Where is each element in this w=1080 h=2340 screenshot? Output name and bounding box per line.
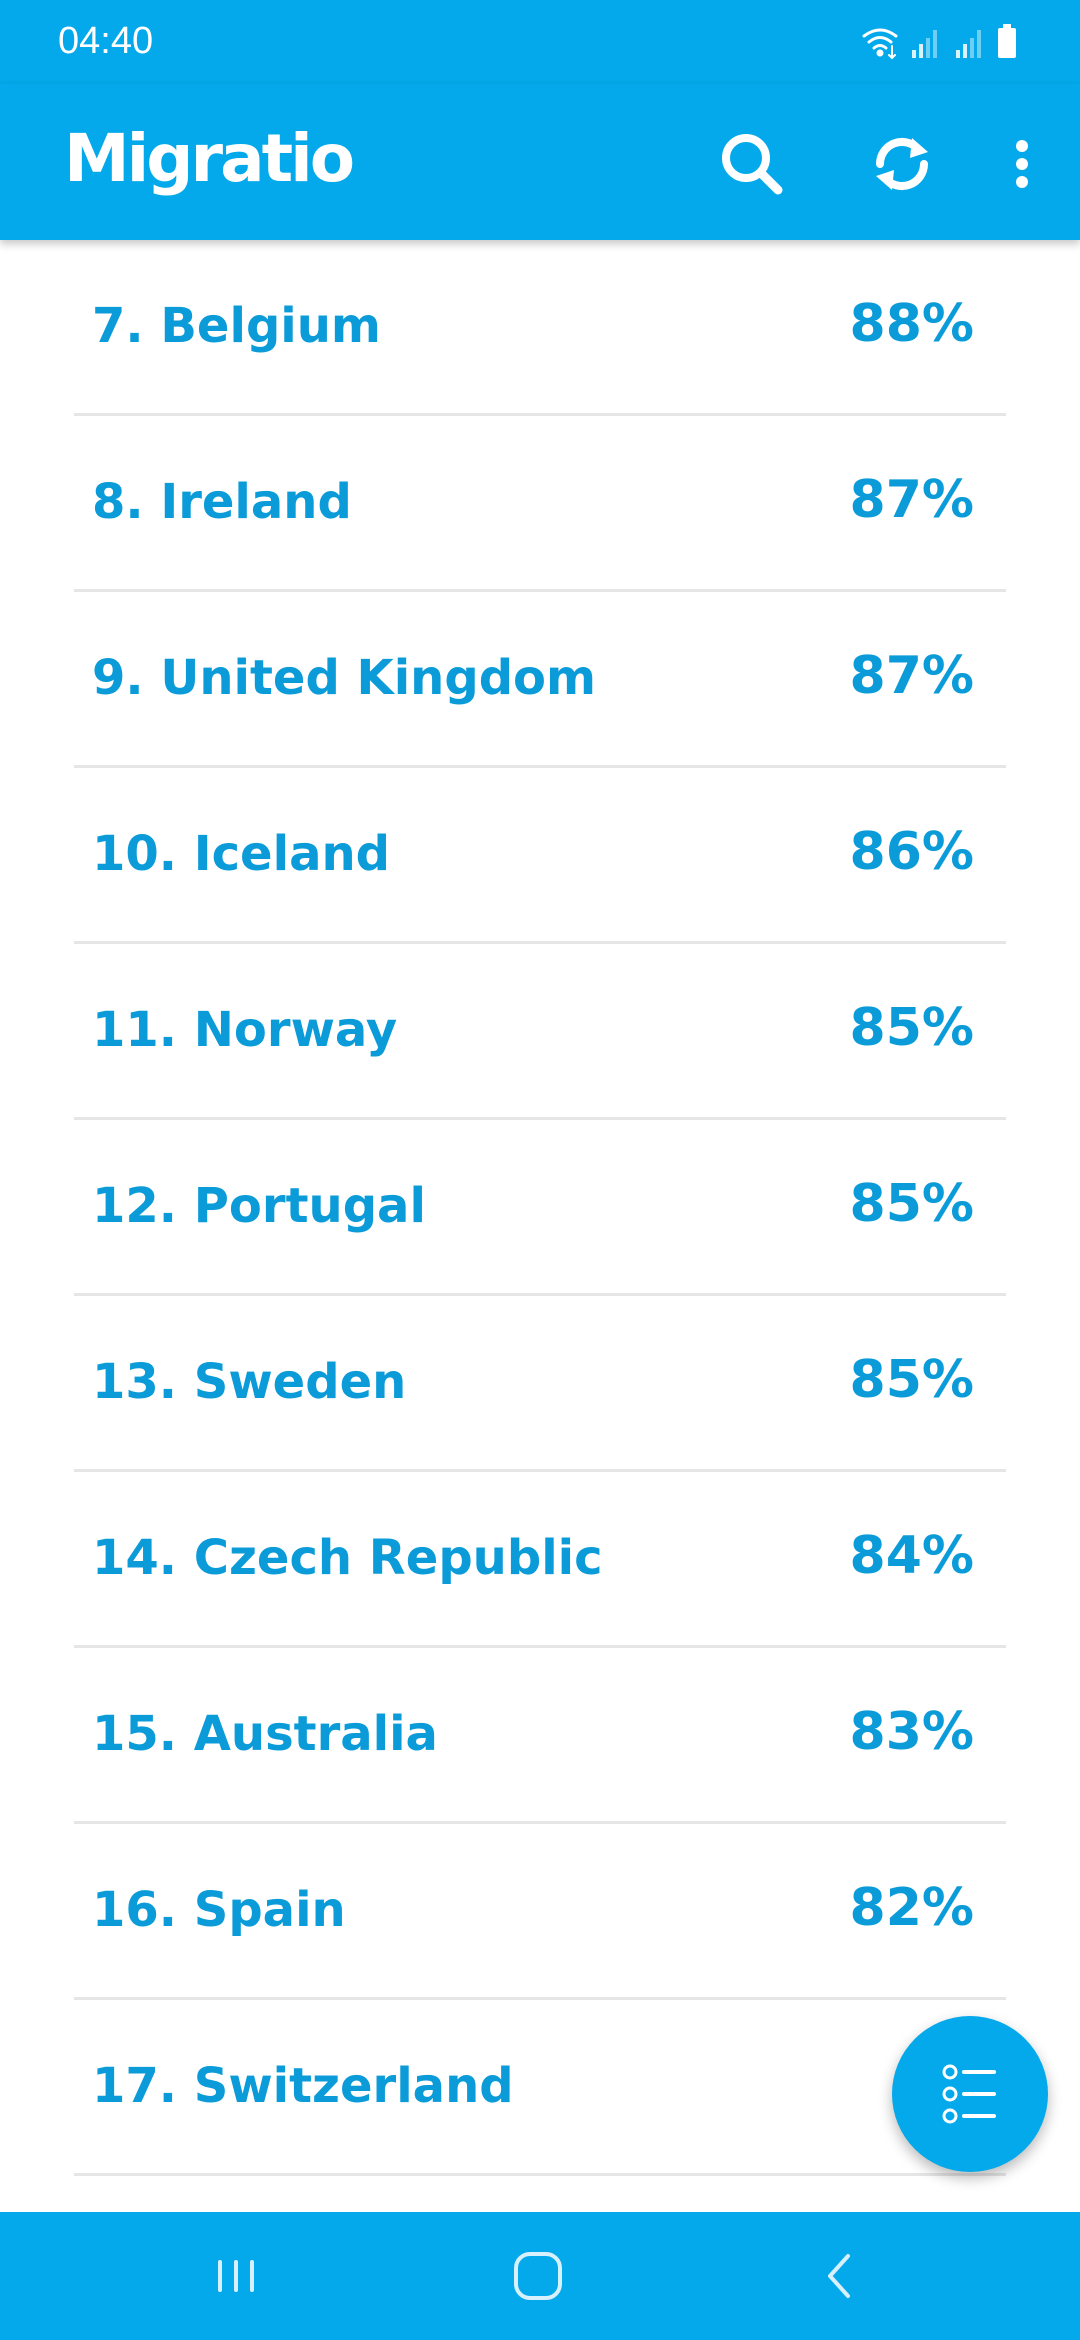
list-item[interactable]: 9. United Kingdom 87% [74, 592, 1006, 768]
refresh-icon [875, 137, 929, 191]
country-percent: 87% [849, 646, 974, 706]
status-bar: 04:40 [0, 0, 1080, 84]
status-time: 04:40 [58, 20, 154, 62]
app-bar: Migratio [0, 84, 1080, 240]
list-fab-button[interactable] [892, 2016, 1048, 2172]
wifi-icon [862, 28, 898, 60]
refresh-button[interactable] [862, 124, 942, 204]
country-percent: 85% [849, 1350, 974, 1410]
country-name: 11. Norway [92, 1002, 398, 1058]
country-name: 17. Switzerland [92, 2058, 514, 2114]
country-percent: 85% [849, 998, 974, 1058]
battery-icon [998, 24, 1016, 58]
signal-icon [956, 30, 981, 58]
list-item[interactable]: 10. Iceland 86% [74, 768, 1006, 944]
back-icon [828, 2254, 850, 2298]
home-icon [514, 2252, 562, 2300]
status-icons [862, 24, 1016, 60]
list-icon [942, 2064, 996, 2124]
country-percent: 82% [849, 1878, 974, 1938]
country-percent: 87% [849, 470, 974, 530]
list-item[interactable]: 15. Australia 83% [74, 1648, 1006, 1824]
country-name: 15. Australia [92, 1706, 438, 1762]
country-name: 9. United Kingdom [92, 650, 597, 706]
more-options-button[interactable] [982, 124, 1042, 204]
app-title: Migratio [64, 120, 355, 197]
back-button[interactable] [800, 2246, 880, 2306]
country-name: 7. Belgium [92, 298, 381, 354]
recents-button[interactable] [196, 2246, 276, 2306]
list-item[interactable]: 14. Czech Republic 84% [74, 1472, 1006, 1648]
list-item[interactable]: 8. Ireland 87% [74, 416, 1006, 592]
more-vert-icon [1016, 140, 1028, 188]
country-percent: 86% [849, 822, 974, 882]
home-button[interactable] [498, 2246, 578, 2306]
list-item[interactable]: 11. Norway 85% [74, 944, 1006, 1120]
signal-icon [912, 30, 937, 58]
list-item[interactable]: 16. Spain 82% [74, 1824, 1006, 2000]
list-item[interactable]: 7. Belgium 88% [74, 240, 1006, 416]
country-percent: 85% [849, 1174, 974, 1234]
country-percent: 88% [849, 294, 974, 354]
country-percent: 84% [849, 1526, 974, 1586]
country-name: 13. Sweden [92, 1354, 407, 1410]
country-name: 14. Czech Republic [92, 1530, 603, 1586]
country-name: 16. Spain [92, 1882, 346, 1938]
list-item[interactable]: 13. Sweden 85% [74, 1296, 1006, 1472]
list-item[interactable]: 12. Portugal 85% [74, 1120, 1006, 1296]
system-nav-bar [0, 2212, 1080, 2340]
country-name: 10. Iceland [92, 826, 390, 882]
country-name: 12. Portugal [92, 1178, 426, 1234]
country-percent: 83% [849, 1702, 974, 1762]
country-name: 8. Ireland [92, 474, 352, 530]
search-icon [722, 134, 783, 195]
recents-icon [218, 2260, 254, 2292]
ranking-list[interactable]: 7. Belgium 88% 8. Ireland 87% 9. United … [0, 240, 1080, 2212]
search-button[interactable] [712, 124, 792, 204]
list-item[interactable]: 17. Switzerland 8 [74, 2000, 1006, 2176]
